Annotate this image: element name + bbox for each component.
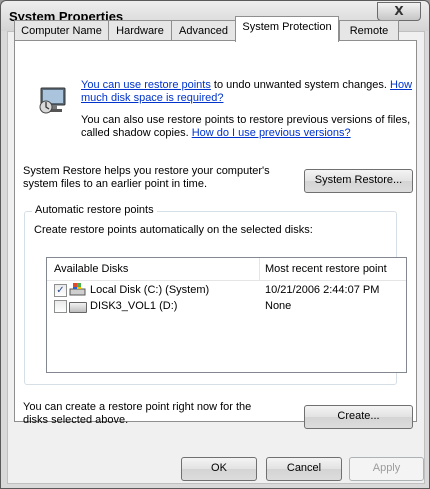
tab-system-protection[interactable]: System Protection: [235, 16, 339, 42]
create-desc-1: You can create a restore point right now…: [23, 401, 252, 413]
automatic-restore-group-label: Automatic restore points: [32, 204, 157, 216]
system-restore-button[interactable]: System Restore...: [304, 169, 413, 193]
close-button[interactable]: X: [377, 2, 421, 21]
intro-line-1: You can use restore points to undo unwan…: [81, 79, 412, 92]
disk-list-header: Available Disks Most recent restore poin…: [47, 258, 406, 281]
disk-space-link-continued[interactable]: much disk space is required?: [81, 92, 223, 104]
disk-space-link[interactable]: How: [390, 79, 412, 91]
system-drive-icon: [69, 283, 86, 296]
tab-remote[interactable]: Remote: [339, 20, 399, 41]
disk-name: DISK3_VOL1 (D:): [90, 300, 178, 312]
intro-text: to undo unwanted system changes.: [210, 79, 391, 91]
previous-versions-link[interactable]: How do I use previous versions?: [192, 127, 351, 139]
disk-last-restore: 10/21/2006 2:44:07 PM: [265, 284, 380, 296]
close-icon: X: [394, 4, 404, 18]
system-protection-icon: [39, 87, 66, 114]
disk-list[interactable]: Available Disks Most recent restore poin…: [46, 257, 407, 373]
tab-advanced[interactable]: Advanced: [171, 20, 236, 41]
disk-checkbox-unchecked[interactable]: [54, 300, 67, 313]
disk-row[interactable]: DISK3_VOL1 (D:) None: [47, 298, 406, 314]
create-desc-2: disks selected above.: [23, 414, 129, 426]
disk-last-restore: None: [265, 300, 292, 312]
restore-points-link[interactable]: You can use restore points: [81, 79, 211, 91]
tab-hardware[interactable]: Hardware: [108, 20, 172, 41]
column-most-recent-point[interactable]: Most recent restore point: [265, 263, 387, 276]
system-properties-window: System Properties X Computer Name Hardwa…: [0, 0, 430, 489]
cancel-button[interactable]: Cancel: [266, 457, 342, 481]
disk-checkbox-checked[interactable]: ✓: [54, 284, 67, 297]
intro-line-2: much disk space is required?: [81, 92, 223, 105]
ok-button[interactable]: OK: [181, 457, 257, 481]
auto-restore-instruction: Create restore points automatically on t…: [34, 224, 313, 236]
intro-line-4: called shadow copies. How do I use previ…: [81, 127, 351, 140]
apply-button[interactable]: Apply: [349, 457, 424, 481]
disk-row[interactable]: ✓ Local Disk (C:) (System) 10/21/2006 2:…: [47, 282, 406, 298]
disk-name: Local Disk (C:) (System): [90, 284, 210, 296]
intro-line-3: You can also use restore points to resto…: [81, 114, 411, 126]
shadow-copies-text: called shadow copies.: [81, 127, 192, 139]
system-restore-desc-1: System Restore helps you restore your co…: [23, 165, 270, 177]
drive-icon: [69, 302, 87, 313]
system-restore-desc-2: system files to an earlier point in time…: [23, 178, 208, 190]
tab-computer-name[interactable]: Computer Name: [14, 20, 109, 41]
column-available-disks[interactable]: Available Disks: [54, 263, 128, 276]
create-button[interactable]: Create...: [304, 405, 413, 429]
